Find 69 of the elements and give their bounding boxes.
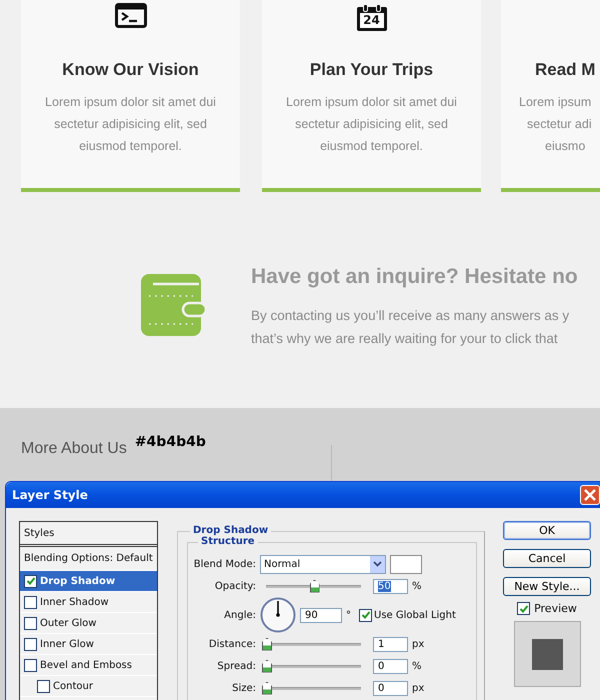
card-text: sectetur adi xyxy=(527,116,592,133)
footer-heading: More About Us xyxy=(21,440,127,458)
checkbox[interactable] xyxy=(24,574,37,588)
checkbox[interactable] xyxy=(24,638,37,650)
value-input[interactable]: 0 xyxy=(373,680,408,696)
card-text: sectetur adipisicing elit, sed xyxy=(54,116,207,133)
unit-label: % xyxy=(412,660,422,672)
card-title: Plan Your Trips xyxy=(310,59,434,81)
value-input[interactable]: 0 xyxy=(373,658,408,674)
angle-input[interactable]: 90 xyxy=(300,608,342,622)
field-label: Spread: xyxy=(216,660,256,672)
slider-thumb[interactable] xyxy=(262,638,272,650)
field-label: Opacity: xyxy=(214,580,256,592)
card-text: Lorem ipsum dolor sit amet dui xyxy=(45,94,216,111)
unit-label: px xyxy=(412,682,424,694)
field-label: Angle: xyxy=(223,610,256,620)
color-annotation: #4b4b4b xyxy=(134,434,206,450)
style-item[interactable]: Inner Shadow xyxy=(20,592,157,613)
style-item[interactable]: Styles xyxy=(20,522,157,547)
field-label: Size: xyxy=(231,682,256,694)
opacity-input[interactable]: 50 xyxy=(373,578,408,594)
card-text: sectetur adipisicing elit, sed xyxy=(295,116,448,133)
color-swatch[interactable] xyxy=(390,554,422,574)
dialog-button[interactable]: OK xyxy=(503,521,591,540)
inquiry-text: that’s why we are really waiting for your to click that xyxy=(251,330,559,348)
checkbox[interactable] xyxy=(359,608,372,622)
checkbox[interactable] xyxy=(24,596,37,608)
terminal-icon xyxy=(114,3,146,28)
card-title: Read M xyxy=(535,59,596,81)
blend-mode-dropdown[interactable]: Normal xyxy=(260,554,386,574)
card-text: Lorem ipsum xyxy=(519,94,592,111)
dialog-title: Layer Style xyxy=(12,488,88,502)
value-input[interactable]: 1 xyxy=(373,636,408,652)
checkbox[interactable] xyxy=(37,680,50,692)
card-text: eiusmod temporel. xyxy=(79,138,182,155)
slider-thumb[interactable] xyxy=(262,682,272,694)
checkbox[interactable] xyxy=(24,658,37,672)
checkbox-label: Preview xyxy=(534,602,577,615)
angle-dial[interactable] xyxy=(260,597,296,633)
unit-label: ° xyxy=(346,610,351,620)
card-title: Know Our Vision xyxy=(62,59,199,81)
close-button[interactable] xyxy=(580,485,600,505)
style-item[interactable]: Bevel and Emboss xyxy=(20,655,157,676)
section-legend: Drop Shadow xyxy=(190,525,272,536)
slider-thumb[interactable] xyxy=(262,660,272,672)
style-item[interactable]: Outer Glow xyxy=(20,613,157,634)
card-text: eiusmo xyxy=(545,138,586,155)
unit-label: % xyxy=(412,580,422,592)
preview-square xyxy=(532,638,562,670)
unit-label: px xyxy=(412,638,424,650)
field-label: Blend Mode: xyxy=(192,558,256,570)
inquiry-heading: Have got an inquire? Hesitate no xyxy=(251,264,578,290)
style-item[interactable]: Inner Glow xyxy=(20,634,157,655)
dialog-button[interactable]: Cancel xyxy=(503,549,591,568)
inquiry-text: By contacting us you’ll receive as many answers as y xyxy=(251,307,570,325)
card-text: Lorem ipsum dolor sit amet dui xyxy=(286,94,457,111)
dialog-button[interactable]: New Style... xyxy=(503,577,591,596)
checkbox[interactable] xyxy=(24,616,37,630)
close-icon xyxy=(584,489,596,501)
style-item[interactable]: Contour xyxy=(20,676,157,697)
checkbox-label: Use Global Light xyxy=(374,610,456,620)
checkbox[interactable] xyxy=(517,602,530,615)
slider-thumb[interactable] xyxy=(310,580,320,592)
style-item[interactable]: Drop Shadow xyxy=(20,571,157,592)
field-label: Distance: xyxy=(208,638,256,650)
group-legend: Structure xyxy=(198,536,258,547)
card-text: eiusmod temporel. xyxy=(320,138,423,155)
calendar-icon: 24 xyxy=(356,7,386,31)
wallet-icon xyxy=(141,274,206,336)
